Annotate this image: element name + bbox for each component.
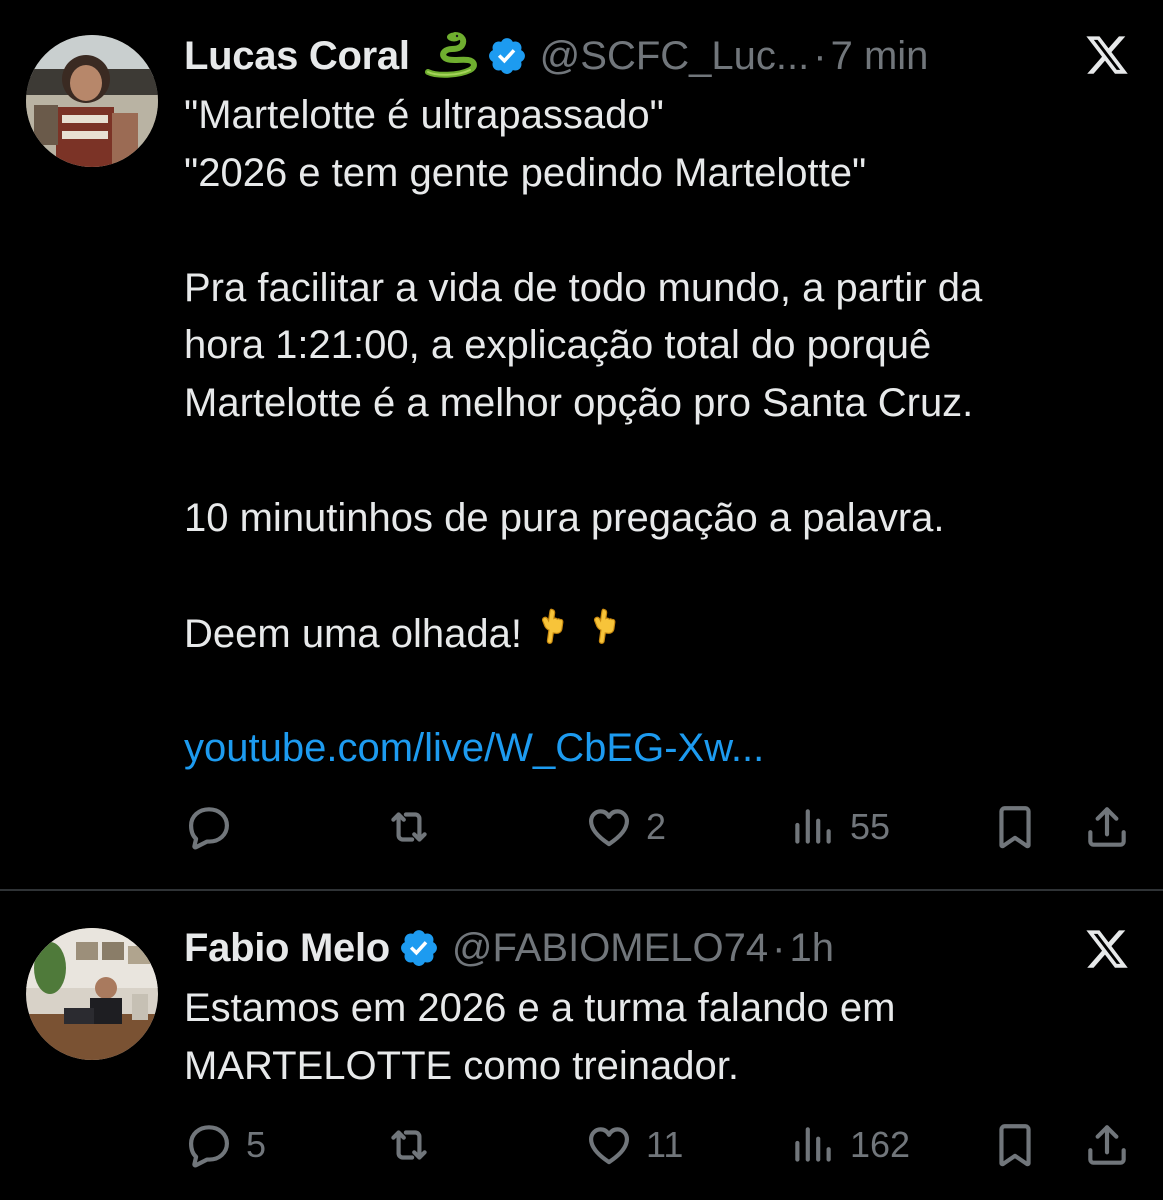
reply-icon bbox=[184, 1120, 234, 1170]
user-handle[interactable]: @FABIOMELO74 bbox=[452, 926, 768, 971]
tweet-text-line: 10 minutinhos de pura pregação a palavra… bbox=[184, 495, 945, 540]
reply-button[interactable] bbox=[184, 797, 246, 857]
retweet-icon bbox=[384, 802, 434, 852]
like-count: 11 bbox=[646, 1124, 684, 1165]
user-handle[interactable]: @SCFC_Luc... bbox=[540, 34, 810, 79]
tweet-text-line: Pra facilitar a vida de todo mundo, a pa… bbox=[184, 265, 983, 310]
avatar-photo-icon bbox=[26, 35, 158, 167]
tweet-text-line: MARTELOTTE como treinador. bbox=[184, 1043, 739, 1088]
reply-count: 5 bbox=[246, 1124, 267, 1165]
bookmark-button[interactable] bbox=[990, 1115, 1040, 1175]
tweet-actions: 2 55 bbox=[184, 797, 1134, 857]
tweet-text-segment: Deem uma olhada! bbox=[184, 611, 522, 656]
verified-badge-icon bbox=[488, 38, 525, 74]
separator-dot: · bbox=[772, 925, 786, 970]
avatar[interactable] bbox=[26, 928, 158, 1060]
share-button[interactable] bbox=[1082, 1115, 1132, 1175]
backhand-index-pointing-down-icon bbox=[590, 607, 617, 645]
like-count: 2 bbox=[646, 806, 667, 847]
display-name[interactable]: Fabio Melo bbox=[184, 926, 390, 971]
tweet-text-line-with-emoji: Deem uma olhada! bbox=[184, 605, 1134, 663]
views-icon bbox=[795, 1127, 831, 1162]
verified-badge-icon bbox=[400, 930, 437, 966]
snake-emoji-icon bbox=[424, 32, 477, 78]
bookmark-icon bbox=[990, 1120, 1040, 1170]
tweet-fabio-melo[interactable]: Fabio Melo @FABIOMELO74 · 1h Estamos em … bbox=[0, 892, 1163, 1200]
heart-icon bbox=[584, 802, 634, 852]
bookmark-button[interactable] bbox=[990, 797, 1040, 857]
reply-button[interactable]: 5 bbox=[184, 1115, 266, 1175]
retweet-button[interactable] bbox=[384, 797, 446, 857]
bookmark-icon bbox=[990, 802, 1040, 852]
x-logo-icon bbox=[1086, 930, 1128, 968]
avatar[interactable] bbox=[26, 35, 158, 167]
tweet-text-line: "2026 e tem gente pedindo Martelotte" bbox=[184, 150, 867, 195]
timestamp[interactable]: 1h bbox=[790, 926, 835, 971]
like-button[interactable]: 11 bbox=[584, 1115, 683, 1175]
tweet-lucas-coral[interactable]: Lucas Coral @SCFC_Luc... · 7 min "Martel… bbox=[0, 0, 1163, 890]
heart-icon bbox=[584, 1120, 634, 1170]
x-logo-icon bbox=[1086, 36, 1128, 74]
display-name[interactable]: Lucas Coral bbox=[184, 34, 410, 79]
retweet-button[interactable] bbox=[384, 1115, 446, 1175]
youtube-link[interactable]: youtube.com/live/W_CbEG-Xw... bbox=[184, 720, 1134, 778]
tweet-divider bbox=[0, 889, 1163, 891]
tweet-header: Fabio Melo @FABIOMELO74 · 1h bbox=[184, 922, 834, 974]
tweet-actions: 5 11 162 bbox=[184, 1115, 1134, 1175]
share-icon bbox=[1082, 1120, 1132, 1170]
retweet-icon bbox=[384, 1120, 434, 1170]
like-button[interactable]: 2 bbox=[584, 797, 666, 857]
view-count: 55 bbox=[850, 806, 891, 847]
view-count: 162 bbox=[850, 1124, 911, 1165]
views-button[interactable]: 55 bbox=[788, 797, 890, 857]
tweet-text-line: Martelotte é a melhor opção pro Santa Cr… bbox=[184, 380, 974, 425]
timestamp[interactable]: 7 min bbox=[831, 34, 929, 79]
share-button[interactable] bbox=[1082, 797, 1132, 857]
tweet-header: Lucas Coral @SCFC_Luc... · 7 min bbox=[184, 30, 928, 82]
tweet-text-line: "Martelotte é ultrapassado" bbox=[184, 93, 664, 137]
separator-dot: · bbox=[813, 33, 827, 78]
tweet-text-line: Estamos em 2026 e a turma falando em bbox=[184, 986, 896, 1030]
tweet-text: "Martelotte é ultrapassado" "2026 e tem … bbox=[184, 87, 1134, 777]
tweet-text: Estamos em 2026 e a turma falando em MAR… bbox=[184, 980, 1134, 1095]
views-icon bbox=[795, 809, 831, 844]
share-icon bbox=[1082, 802, 1132, 852]
views-button[interactable]: 162 bbox=[788, 1115, 910, 1175]
reply-icon bbox=[184, 802, 234, 852]
backhand-index-pointing-down-icon bbox=[538, 607, 565, 645]
avatar-photo-icon bbox=[26, 928, 158, 1060]
tweet-text-line: hora 1:21:00, a explicação total do porq… bbox=[184, 323, 932, 367]
